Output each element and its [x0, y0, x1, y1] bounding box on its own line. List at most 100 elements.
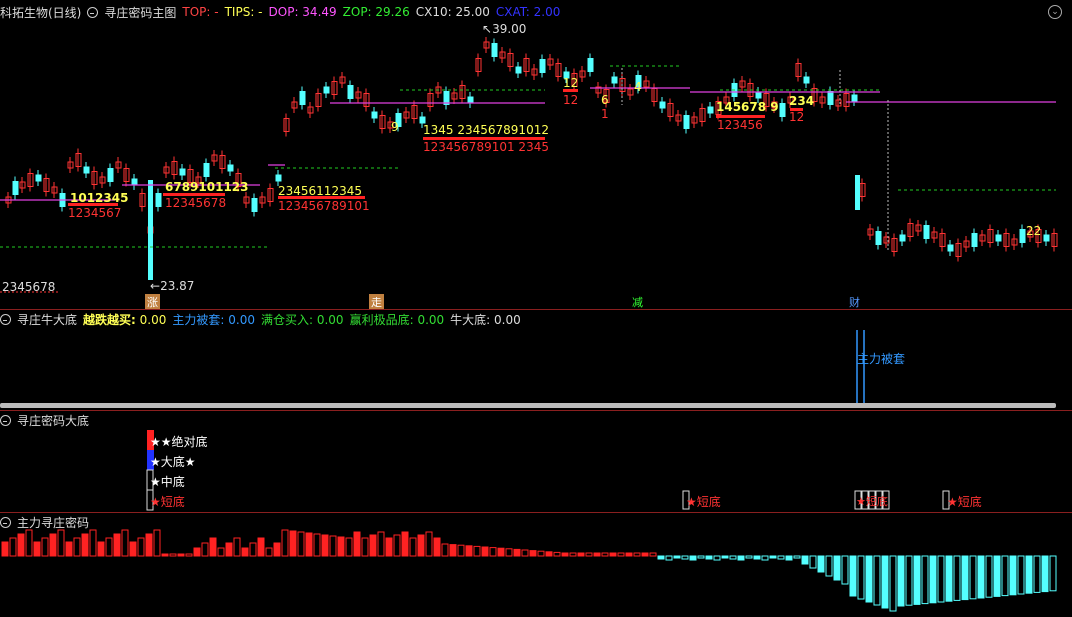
candle-body: [539, 59, 546, 73]
histogram-bar: [801, 555, 809, 565]
histogram-bar: [713, 555, 721, 561]
histogram-bar: [217, 547, 225, 557]
indicator-menu-icon[interactable]: [0, 313, 11, 325]
histogram-bar: [545, 551, 553, 557]
histogram-bar: [817, 555, 825, 573]
candle-body: [923, 225, 930, 239]
panel-divider[interactable]: [0, 410, 1072, 411]
histogram-bar: [425, 531, 433, 557]
panel2-header: 寻庄牛大底 越跌越买: 0.00 主力被套: 0.00 满仓买入: 0.00 赢…: [0, 311, 521, 327]
candle-body: [227, 164, 234, 172]
histogram-bar: [65, 541, 73, 557]
histogram-bar: [657, 555, 665, 560]
histogram-bar: [969, 555, 977, 600]
histogram-bar: [281, 529, 289, 557]
indicator-menu-icon[interactable]: [0, 516, 11, 528]
histogram-bar: [225, 542, 233, 557]
candle-body: [683, 115, 690, 129]
histogram-bar: [41, 537, 49, 557]
candle-body: [155, 193, 162, 207]
histogram-bar: [25, 529, 33, 557]
histogram-bar: [441, 543, 449, 557]
candle-body: [371, 111, 378, 119]
candle-body: [971, 233, 978, 247]
counter-label: 234: [789, 94, 815, 108]
histogram-bar: [161, 553, 169, 557]
histogram-bar: [193, 547, 201, 557]
histogram-bar: [609, 552, 617, 557]
histogram-bar: [673, 555, 681, 559]
histogram-bar: [465, 545, 473, 557]
panel4-header: 主力寻庄密码: [0, 514, 89, 530]
histogram-bar: [313, 533, 321, 557]
histogram-bar: [865, 555, 873, 603]
indicator-menu-icon[interactable]: [0, 414, 11, 426]
histogram-bar: [1009, 555, 1017, 596]
histogram-bar: [369, 534, 377, 557]
histogram-bar: [137, 537, 145, 557]
histogram-bar: [1049, 555, 1057, 592]
panel2-field: 主力被套: 0.00: [172, 312, 255, 327]
histogram-bar: [81, 533, 89, 557]
histogram-bar: [641, 552, 649, 557]
histogram-bar: [793, 555, 801, 559]
histogram-bar: [289, 530, 297, 557]
histogram-bar: [633, 552, 641, 557]
baseline-bar: [0, 403, 1056, 408]
histogram-bar: [1025, 555, 1033, 594]
histogram-bar: [393, 534, 401, 557]
candle-body: [659, 101, 666, 109]
panel2-field: 牛大底: 0.00: [450, 312, 521, 327]
counter-label: 6: [601, 93, 609, 107]
histogram-bar: [537, 550, 545, 557]
candle-body: [779, 103, 786, 117]
event-tag[interactable]: 减: [632, 294, 643, 310]
histogram-bar: [49, 533, 57, 557]
histogram-bar: [113, 533, 121, 557]
histogram-bar: [473, 545, 481, 557]
candle-body: [347, 85, 354, 99]
panel3-header: 寻庄密码大底: [0, 412, 89, 428]
counter-label: 12: [563, 76, 579, 90]
candle-body: [1043, 234, 1050, 242]
panel2-title[interactable]: 寻庄牛大底: [17, 311, 77, 328]
counter-label: 12: [789, 110, 805, 124]
candle-body: [587, 58, 594, 72]
event-tag[interactable]: 走: [369, 294, 384, 310]
histogram-bar: [857, 555, 865, 600]
histogram-bar: [873, 555, 881, 606]
histogram-bar: [233, 537, 241, 557]
histogram-bar: [185, 553, 193, 557]
bottom-signal-label: ★短底: [150, 495, 185, 509]
candle-body: [299, 91, 306, 105]
panel4-title[interactable]: 主力寻庄密码: [17, 514, 89, 531]
histogram-bar: [681, 555, 689, 560]
histogram-bar: [785, 555, 793, 561]
histogram-bar: [953, 555, 961, 601]
histogram-bar: [721, 555, 729, 559]
panel3-title[interactable]: 寻庄密码大底: [17, 412, 89, 429]
histogram-bar: [33, 541, 41, 557]
event-tag[interactable]: 涨: [145, 294, 160, 310]
candle-body: [803, 76, 810, 84]
histogram-bar: [401, 531, 409, 557]
event-tag[interactable]: 财: [849, 294, 860, 310]
histogram-bar: [593, 552, 601, 557]
histogram-bar: [929, 555, 937, 604]
panel-divider[interactable]: [0, 512, 1072, 513]
candle-body: [707, 106, 714, 114]
histogram-bar: [153, 529, 161, 557]
histogram-bar: [497, 547, 505, 557]
bottom-signal-label: ★短底: [686, 495, 721, 509]
histogram-bar: [321, 534, 329, 557]
counter-label: 123456: [717, 118, 763, 132]
histogram-bar: [577, 552, 585, 557]
histogram-bar: [937, 555, 945, 603]
histogram-bar: [761, 555, 769, 561]
candle-body: [995, 234, 1002, 242]
histogram-bar: [121, 529, 129, 557]
candle-body: [203, 163, 210, 177]
histogram-bar: [689, 555, 697, 561]
counter-label: 12345678: [165, 196, 227, 210]
histogram-bar: [705, 555, 713, 560]
